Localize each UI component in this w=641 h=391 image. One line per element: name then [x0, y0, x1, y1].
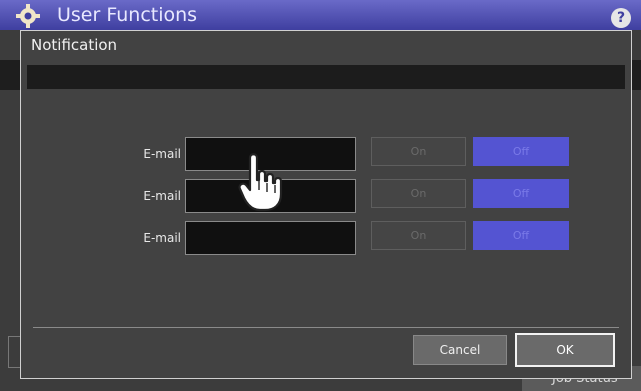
- email-row: E-mail On Off: [21, 179, 631, 213]
- email-row: E-mail On Off: [21, 137, 631, 171]
- dialog-title: Notification: [31, 36, 118, 54]
- hand-cursor-icon: [238, 153, 283, 212]
- email-row: E-mail On Off: [21, 221, 631, 255]
- email-label: E-mail: [143, 231, 181, 245]
- dialog-message-bar: [27, 65, 625, 89]
- dialog-divider: [33, 327, 619, 328]
- background-strip: [0, 60, 20, 90]
- off-button[interactable]: Off: [473, 179, 569, 208]
- notification-dialog: Notification E-mail On Off E-mail On Off…: [20, 30, 632, 379]
- on-button[interactable]: On: [371, 221, 466, 250]
- email-field[interactable]: [185, 221, 356, 255]
- ok-button[interactable]: OK: [515, 333, 615, 367]
- email-label: E-mail: [143, 147, 181, 161]
- off-button[interactable]: Off: [473, 137, 569, 166]
- app-header: User Functions ?: [0, 0, 641, 30]
- email-label: E-mail: [143, 189, 181, 203]
- on-button[interactable]: On: [371, 137, 466, 166]
- help-icon[interactable]: ?: [611, 8, 631, 28]
- gear-icon: [16, 4, 40, 28]
- app-title: User Functions: [57, 4, 198, 26]
- cancel-button[interactable]: Cancel: [413, 335, 507, 365]
- on-button[interactable]: On: [371, 179, 466, 208]
- off-button[interactable]: Off: [473, 221, 569, 250]
